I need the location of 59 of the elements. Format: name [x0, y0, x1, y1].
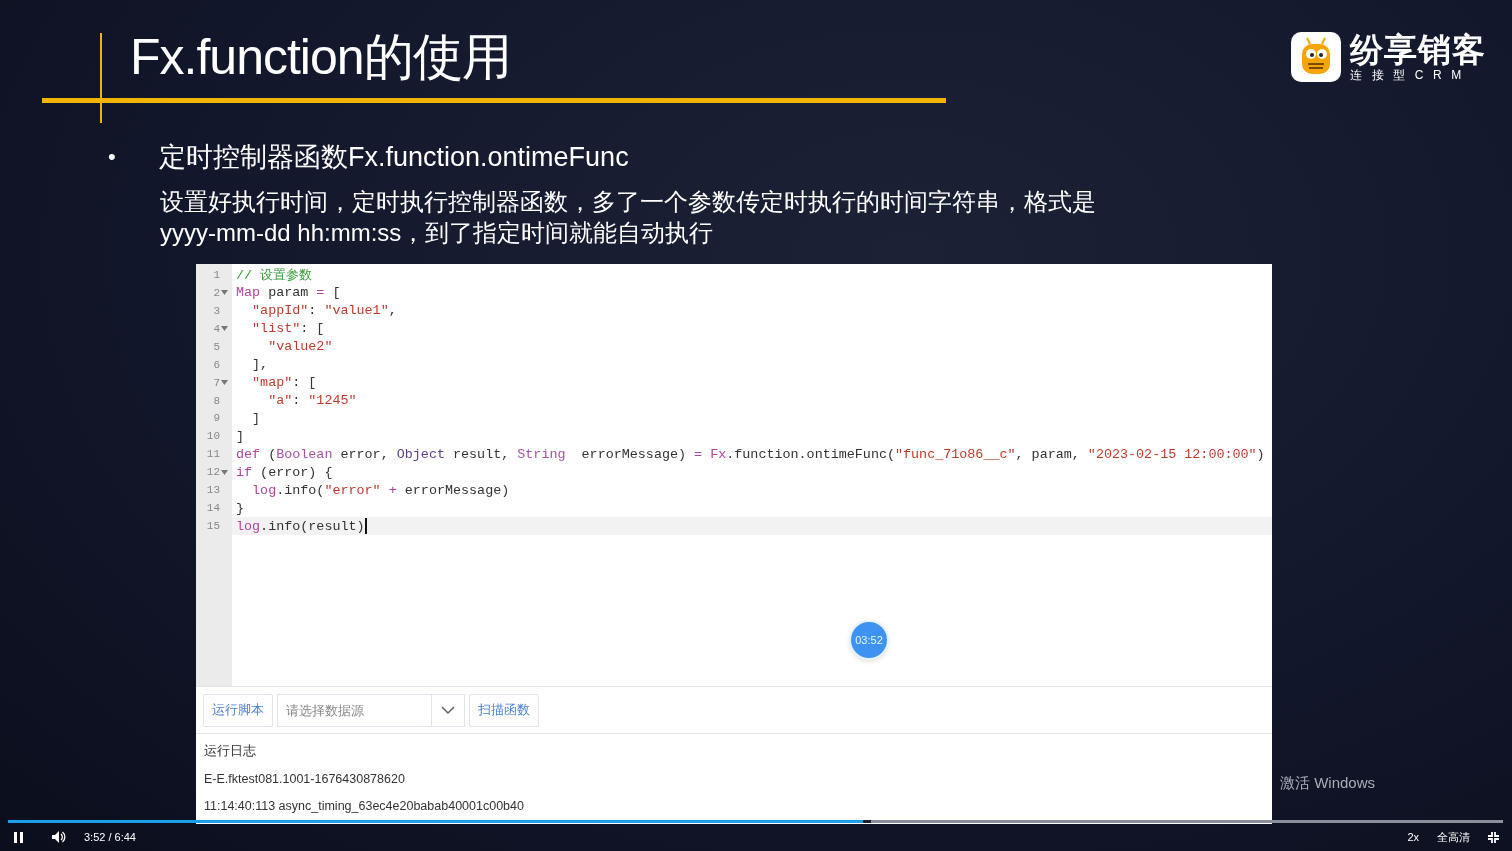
bullet-text: 定时控制器函数Fx.function.ontimeFunc [159, 141, 629, 174]
description-text: 设置好执行时间，定时执行控制器函数，多了一个参数传定时执行的时间字符串，格式是yyyy-mm-dd hh:mm:ss，到了指定时间就能自动执行 [160, 187, 1097, 248]
activation-notice: 激活 Windows [1280, 774, 1376, 793]
fold-triangle-icon[interactable] [221, 380, 228, 386]
code-line: ] [236, 428, 245, 444]
fold-triangle-icon[interactable] [221, 326, 228, 332]
line-number: 5 [213, 340, 220, 353]
playback-time: 3:52 / 6:44 [84, 831, 136, 843]
code-line: "appId": "value1", [251, 303, 397, 319]
timer-badge[interactable]: 03:52 [851, 622, 887, 658]
code-line: "list": [ [251, 321, 325, 337]
fold-triangle-icon[interactable] [221, 469, 228, 475]
line-number: 15 [206, 520, 220, 533]
code-line: "value2" [267, 339, 333, 355]
pause-icon[interactable] [14, 831, 24, 843]
code-line: "a": "1245" [267, 393, 357, 409]
fold-triangle-icon[interactable] [221, 290, 228, 296]
code-line: "map": [ [251, 375, 317, 391]
dropdown-toggle[interactable] [432, 693, 465, 727]
code-line: Map param = [ [236, 285, 341, 301]
log-title: 运行日志 [204, 743, 256, 760]
chevron-down-icon[interactable] [441, 706, 455, 714]
slide-title: Fx.function的使用 [130, 28, 511, 87]
bullet-mark: • [108, 144, 117, 170]
brand-name: 纷享销客 [1350, 32, 1486, 68]
line-number: 4 [213, 322, 220, 335]
brand-tagline: 连接型CRM [1350, 68, 1472, 82]
bee-logo-icon [1291, 32, 1341, 82]
code-line: log.info(result) [236, 518, 365, 534]
code-line: // 设置参数 [236, 266, 313, 284]
line-number: 8 [213, 394, 220, 407]
text-cursor [364, 518, 367, 535]
line-number: 9 [213, 412, 220, 425]
line-number: 11 [206, 448, 220, 461]
line-number: 13 [206, 484, 220, 497]
speed-button[interactable]: 2x [1407, 831, 1419, 843]
code-line: log.info("error" + errorMessage) [251, 482, 510, 498]
log-entry: E-E.fktest081.1001-1676430878620 [204, 770, 405, 788]
line-number: 10 [206, 430, 220, 443]
line-number: 3 [213, 304, 220, 317]
line-number: 2 [213, 286, 220, 299]
line-number: 1 [213, 268, 220, 281]
line-number: 7 [213, 376, 220, 389]
log-entry: 11:14:40:113 async_timing_63ec4e20babab40001c00b40 [204, 797, 524, 815]
code-line: if (error) { [236, 464, 333, 480]
code-line: def (Boolean error, Object result, String errorMessage) = Fx.function.ontimeFunc("func_71o86__c", param, "2023-02-15 12:00:00") [236, 446, 1265, 462]
run-script-button[interactable]: 运行脚本 [203, 693, 273, 727]
volume-icon[interactable] [52, 831, 66, 843]
scan-functions-button[interactable]: 扫描函数 [469, 693, 539, 727]
line-number: 14 [206, 502, 220, 515]
data-source-field[interactable]: 请选择数据源 [277, 693, 432, 727]
line-number: 6 [213, 358, 220, 371]
code-line: ], [251, 357, 269, 373]
exit-fullscreen-icon[interactable] [1488, 831, 1499, 843]
line-number: 12 [206, 466, 220, 479]
code-line: } [236, 500, 245, 516]
code-line: ] [251, 410, 261, 426]
progress-track[interactable] [8, 820, 1503, 823]
quality-button[interactable]: 全高清 [1437, 829, 1470, 845]
